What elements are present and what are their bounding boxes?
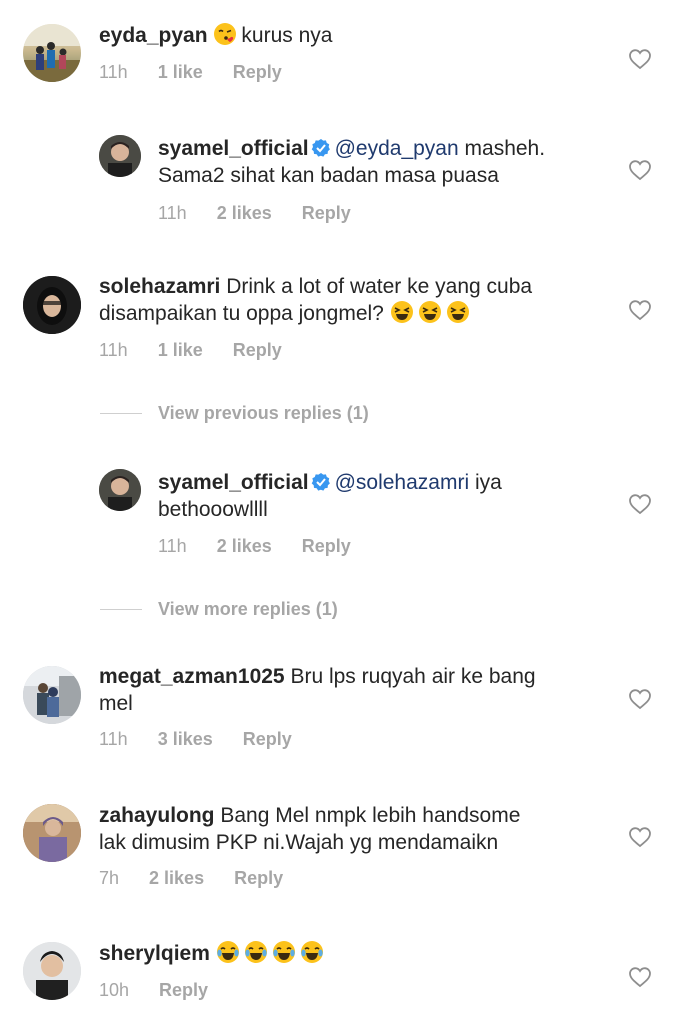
comment-body-line2: Sama2 sihat kan badan masa puasa: [158, 164, 499, 187]
comment-body: Drink a lot of water ke yang cuba: [226, 275, 533, 298]
heart-outline-icon[interactable]: [628, 48, 652, 70]
avatar[interactable]: [23, 942, 81, 1000]
comment-meta: 11h 3 likes Reply: [99, 729, 322, 750]
avatar[interactable]: [23, 666, 81, 724]
heart-outline-icon[interactable]: [628, 159, 652, 181]
comment-text: eyda_pyan kurus nya: [99, 22, 599, 49]
comment-meta: 7h 2 likes Reply: [99, 868, 313, 889]
username[interactable]: syamel_official: [158, 137, 309, 160]
timestamp: 11h: [158, 536, 187, 556]
comment-body: masheh.: [464, 137, 546, 160]
face-blowing-kiss-emoji: [214, 23, 237, 45]
username[interactable]: eyda_pyan: [99, 24, 208, 47]
comment-meta: 10h Reply: [99, 980, 238, 1001]
reply-button[interactable]: Reply: [302, 203, 351, 224]
tears-of-joy-emoji: [272, 941, 295, 963]
comment-body-line2: mel: [99, 692, 133, 715]
timestamp: 7h: [99, 868, 120, 888]
divider-line: [100, 609, 142, 610]
heart-outline-icon[interactable]: [628, 299, 652, 321]
comment-item: megat_azman1025 Bru lps ruqyah air ke ba…: [0, 663, 692, 758]
comment-text: zahayulong Bang Mel nmpk lebih handsome …: [99, 802, 599, 856]
timestamp: 11h: [99, 729, 128, 749]
likes-count[interactable]: 1 like: [158, 340, 203, 361]
verified-badge-icon: [311, 473, 330, 491]
comment-text: solehazamri Drink a lot of water ke yang…: [99, 273, 599, 327]
mention-link[interactable]: @solehazamri: [335, 471, 470, 494]
likes-count[interactable]: 3 likes: [158, 729, 213, 750]
comment-item: solehazamri Drink a lot of water ke yang…: [0, 273, 692, 368]
comment-body: Bang Mel nmpk lebih handsome: [220, 804, 521, 827]
username[interactable]: zahayulong: [99, 804, 215, 827]
heart-outline-icon[interactable]: [628, 493, 652, 515]
username[interactable]: megat_azman1025: [99, 665, 285, 688]
mention-link[interactable]: @eyda_pyan: [335, 137, 459, 160]
reply-button[interactable]: Reply: [234, 868, 283, 889]
likes-count[interactable]: 2 likes: [217, 203, 272, 224]
comment-body-line2: bethooowllll: [158, 498, 268, 521]
comment-body-line2: disampaikan tu oppa jongmel?: [99, 302, 384, 325]
reply-button[interactable]: Reply: [233, 340, 282, 361]
avatar[interactable]: [23, 24, 81, 82]
comment-body: Bru lps ruqyah air ke bang: [290, 665, 536, 688]
timestamp: 11h: [99, 62, 128, 82]
heart-outline-icon[interactable]: [628, 688, 652, 710]
tears-of-joy-emoji: [216, 941, 239, 963]
view-more-replies-button[interactable]: View more replies (1): [100, 599, 338, 620]
grinning-squinting-emoji: [418, 301, 441, 323]
comment-body: iya: [474, 471, 502, 494]
comment-item: eyda_pyan kurus nya 11h 1 like Reply: [0, 20, 692, 90]
avatar[interactable]: [99, 469, 141, 511]
heart-outline-icon[interactable]: [628, 826, 652, 848]
verified-badge-icon: [311, 139, 330, 157]
username[interactable]: sherylqiem: [99, 942, 210, 965]
comment-item: sherylqiem 10h Reply: [0, 940, 692, 1024]
tears-of-joy-emoji: [244, 941, 267, 963]
comment-meta: 11h 2 likes Reply: [158, 203, 381, 224]
reply-button[interactable]: Reply: [302, 536, 351, 557]
divider-line: [100, 413, 142, 414]
reply-item: syamel_official @solehazamri iya bethooow…: [0, 469, 692, 564]
username[interactable]: syamel_official: [158, 471, 309, 494]
comment-meta: 11h 2 likes Reply: [158, 536, 381, 557]
timestamp: 10h: [99, 980, 130, 1000]
comment-text: megat_azman1025 Bru lps ruqyah air ke ba…: [99, 663, 599, 717]
comment-text: syamel_official @eyda_pyan masheh. Sama2 …: [158, 135, 598, 189]
heart-outline-icon[interactable]: [628, 966, 652, 988]
timestamp: 11h: [158, 203, 187, 223]
likes-count[interactable]: 2 likes: [149, 868, 204, 889]
timestamp: 11h: [99, 340, 128, 360]
comment-meta: 11h 1 like Reply: [99, 340, 312, 361]
view-replies-label: View more replies (1): [158, 599, 338, 619]
tears-of-joy-emoji: [300, 941, 323, 963]
comment-item: zahayulong Bang Mel nmpk lebih handsome …: [0, 802, 692, 897]
grinning-squinting-emoji: [446, 301, 469, 323]
view-previous-replies-button[interactable]: View previous replies (1): [100, 403, 369, 424]
likes-count[interactable]: 2 likes: [217, 536, 272, 557]
avatar[interactable]: [23, 804, 81, 862]
comment-text: sherylqiem: [99, 940, 599, 967]
comment-text: syamel_official @solehazamri iya bethooow…: [158, 469, 598, 523]
grinning-squinting-emoji: [390, 301, 413, 323]
reply-button[interactable]: Reply: [233, 62, 282, 83]
avatar[interactable]: [23, 276, 81, 334]
comment-body-line2: lak dimusim PKP ni.Wajah yg mendamaikn: [99, 831, 499, 854]
view-replies-label: View previous replies (1): [158, 403, 369, 423]
comment-meta: 11h 1 like Reply: [99, 62, 312, 83]
comment-body: kurus nya: [241, 24, 333, 47]
likes-count[interactable]: 1 like: [158, 62, 203, 83]
username[interactable]: solehazamri: [99, 275, 220, 298]
reply-button[interactable]: Reply: [243, 729, 292, 750]
reply-item: syamel_official @eyda_pyan masheh. Sama2 …: [0, 135, 692, 230]
avatar[interactable]: [99, 135, 141, 177]
reply-button[interactable]: Reply: [159, 980, 208, 1001]
